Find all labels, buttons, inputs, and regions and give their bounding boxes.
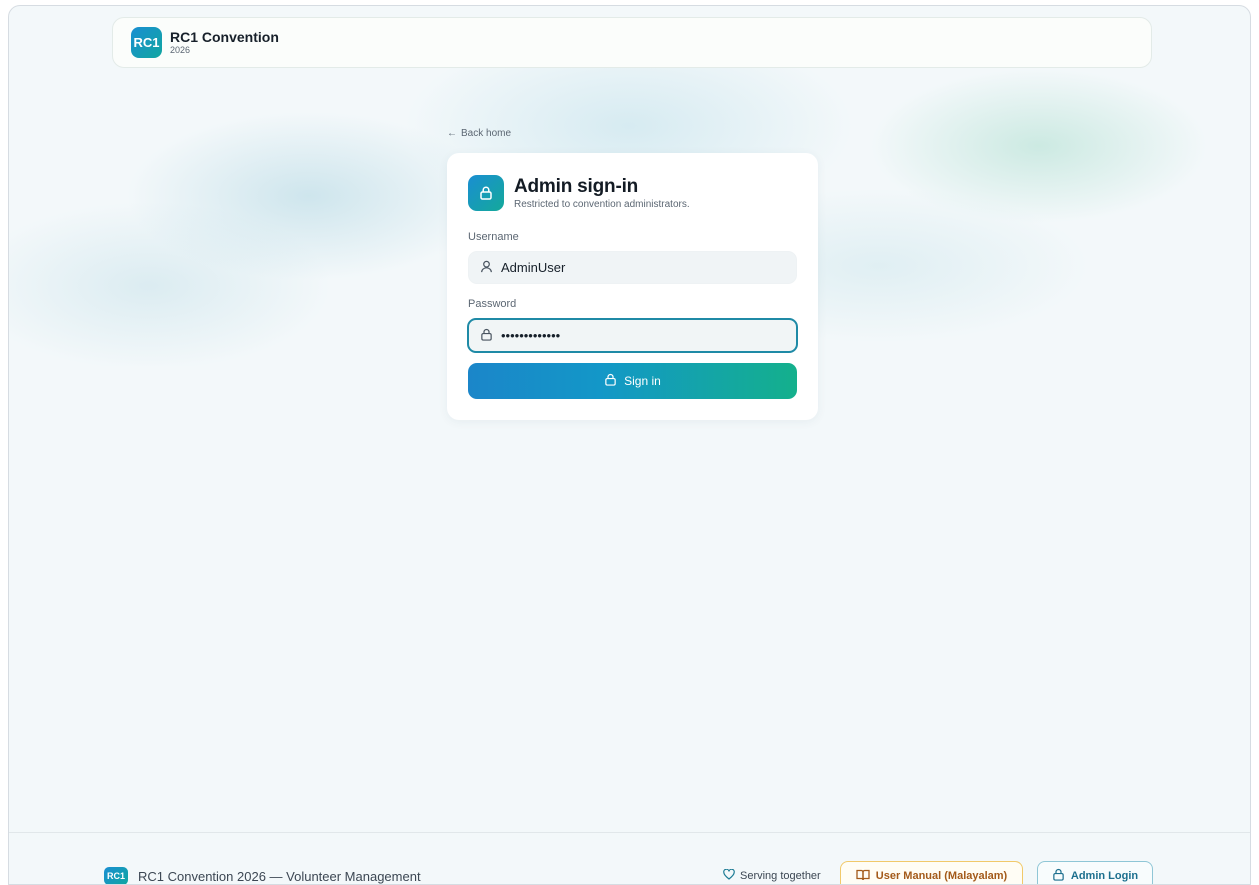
username-label: Username: [468, 231, 519, 243]
page-subtitle: Restricted to convention administrators.: [514, 199, 690, 210]
lock-icon: [604, 373, 617, 389]
back-home-label: Back home: [461, 128, 512, 139]
footer-brand: RC1 RC1 Convention 2026 — Volunteer Mana…: [104, 867, 421, 884]
lock-icon: [468, 175, 504, 211]
footer-text: RC1 Convention 2026 — Volunteer Manageme…: [138, 868, 421, 884]
admin-login-button[interactable]: Admin Login: [1037, 861, 1153, 884]
footer: RC1 RC1 Convention 2026 — Volunteer Mana…: [9, 832, 1250, 884]
user-icon: [480, 258, 493, 277]
password-input[interactable]: [501, 328, 781, 343]
username-field[interactable]: [468, 251, 797, 284]
browser-viewport: RC1 RC1 Convention 2026 ← Back home Admi…: [8, 5, 1251, 885]
card-header: Admin sign-in Restricted to convention a…: [468, 175, 797, 211]
admin-login-label: Admin Login: [1070, 870, 1139, 882]
top-navbar: RC1 RC1 Convention 2026: [112, 17, 1152, 68]
lock-icon: [480, 326, 493, 345]
brand-name[interactable]: RC1 Convention: [170, 30, 279, 44]
sign-in-label: Sign in: [624, 374, 661, 388]
user-manual-button[interactable]: User Manual (Malayalam): [840, 861, 1023, 884]
serving-label: Serving together: [740, 870, 821, 882]
lock-icon: [1052, 868, 1065, 884]
password-field[interactable]: [467, 318, 798, 353]
username-input[interactable]: [501, 260, 781, 275]
serving-together: Serving together: [723, 868, 821, 883]
brand-logo[interactable]: RC1: [131, 27, 162, 58]
back-home-link[interactable]: ← Back home: [447, 128, 511, 139]
footer-logo: RC1: [104, 867, 128, 884]
password-label: Password: [468, 298, 517, 310]
admin-signin-card: Admin sign-in Restricted to convention a…: [447, 153, 818, 420]
book-icon: [856, 869, 870, 884]
brand: RC1 Convention 2026: [170, 30, 279, 55]
arrow-left-icon: ←: [447, 128, 457, 139]
sign-in-button[interactable]: Sign in: [468, 363, 797, 399]
brand-year: 2026: [170, 45, 191, 55]
page-title: Admin sign-in: [514, 176, 639, 197]
user-manual-label: User Manual (Malayalam): [875, 870, 1008, 882]
card-header-text: Admin sign-in Restricted to convention a…: [514, 176, 690, 210]
heart-icon: [723, 868, 735, 883]
